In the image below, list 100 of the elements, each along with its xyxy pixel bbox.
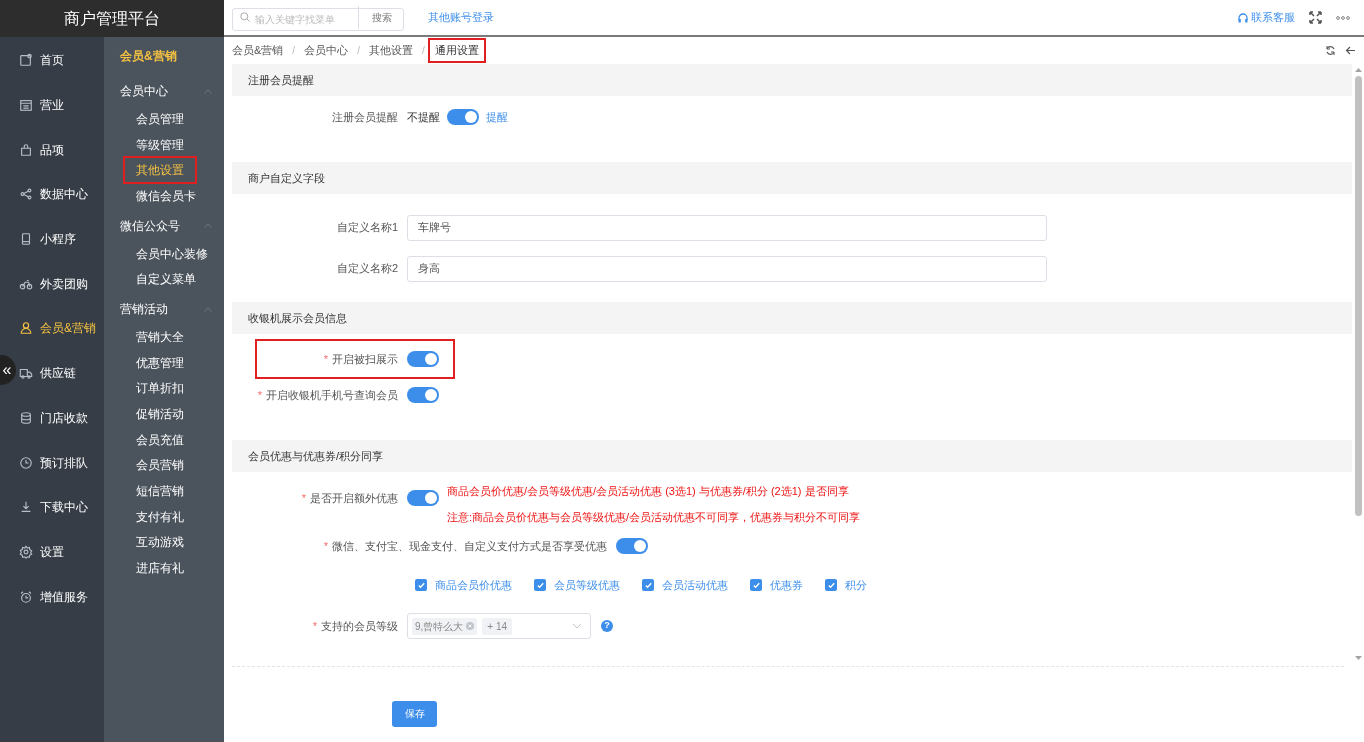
toggle-switch[interactable] bbox=[616, 538, 648, 554]
nav-item[interactable]: 外卖团购 bbox=[19, 274, 88, 293]
checkbox-label: 会员等级优惠 bbox=[554, 577, 620, 593]
breadcrumb-separator: / bbox=[421, 44, 425, 58]
field-label: * 开启被扫展示 bbox=[323, 352, 398, 365]
other-account-link[interactable]: 其他账号登录 bbox=[428, 9, 494, 26]
download-icon bbox=[19, 500, 33, 515]
alarm-clock-icon bbox=[19, 589, 33, 604]
submenu-item[interactable]: 会员营销 bbox=[125, 453, 195, 478]
submenu-item[interactable]: 促销活动 bbox=[125, 402, 195, 427]
checkbox[interactable] bbox=[534, 579, 546, 591]
field-label: * 是否开启额外优惠 bbox=[301, 492, 398, 504]
toggle-switch[interactable] bbox=[407, 351, 439, 367]
toggle-switch[interactable] bbox=[407, 387, 439, 404]
field-label: * 微信、支付宝、现金支付、自定义支付方式是否享受优惠 bbox=[323, 539, 607, 552]
scroll-up-icon[interactable] bbox=[1354, 68, 1362, 72]
section-title: 会员优惠与优惠券/积分同享 bbox=[248, 448, 384, 464]
submenu-item[interactable]: 订单折扣 bbox=[125, 376, 195, 401]
customer-service-link[interactable]: 联系客服 bbox=[1238, 9, 1295, 26]
breadcrumb-link[interactable]: 会员&营销 bbox=[232, 42, 284, 59]
nav-item[interactable]: 预订排队 bbox=[19, 453, 88, 472]
warning-note: 商品会员价优惠/会员等级优惠/会员活动优惠 (3选1) 与优惠券/积分 (2选1) 是否同享 bbox=[447, 484, 850, 499]
submenu-item[interactable]: 其他设置 bbox=[123, 156, 197, 185]
home-icon bbox=[19, 53, 33, 68]
breadcrumb-separator: / bbox=[292, 44, 296, 58]
breadcrumb-link[interactable]: 通用设置 bbox=[427, 38, 486, 63]
switch-on-label: 提醒 bbox=[486, 110, 508, 125]
nav-item[interactable]: 增值服务 bbox=[19, 587, 88, 606]
section-title: 注册会员提醒 bbox=[248, 72, 314, 88]
text-field[interactable]: 车牌号 bbox=[407, 214, 1047, 241]
field-label: 自定义名称1 bbox=[336, 221, 398, 234]
settings-icon bbox=[19, 544, 33, 559]
submenu-item[interactable]: 微信会员卡 bbox=[125, 183, 207, 208]
bag-icon bbox=[19, 142, 33, 157]
tag: 9,曾特么大 bbox=[412, 617, 478, 635]
submenu-group[interactable]: 微信公众号 bbox=[104, 210, 224, 241]
checkbox[interactable] bbox=[750, 579, 762, 591]
checkbox-label: 积分 bbox=[845, 577, 867, 593]
remove-icon[interactable] bbox=[466, 622, 475, 630]
submenu-item[interactable]: 进店有礼 bbox=[125, 556, 195, 581]
field-label: 自定义名称2 bbox=[336, 262, 398, 275]
nav-item[interactable]: 供应链 bbox=[19, 364, 76, 383]
share-icon bbox=[19, 187, 33, 202]
submenu-group[interactable]: 营销活动 bbox=[104, 294, 224, 325]
submenu-item[interactable]: 自定义菜单 bbox=[125, 267, 207, 292]
search-button[interactable]: 搜索 bbox=[358, 6, 404, 29]
text-field[interactable]: 身高 bbox=[407, 255, 1047, 282]
toggle-switch[interactable] bbox=[447, 109, 479, 126]
breadcrumb-link[interactable]: 会员中心 bbox=[304, 42, 349, 59]
warning-note: 注意:商品会员价优惠与会员等级优惠/会员活动优惠不可同享，优惠券与积分不可同享 bbox=[447, 509, 861, 525]
submenu-item[interactable]: 会员中心装修 bbox=[125, 241, 219, 266]
submenu-title: 会员&营销 bbox=[119, 48, 178, 65]
field-label: * 开启收银机手机号查询会员 bbox=[257, 389, 398, 401]
switch-off-label: 不提醒 bbox=[407, 110, 440, 125]
truck-icon bbox=[19, 366, 33, 381]
submenu-item[interactable]: 互动游戏 bbox=[125, 530, 195, 555]
nav-item[interactable]: 设置 bbox=[19, 542, 64, 561]
nav-item[interactable]: 会员&营销 bbox=[19, 319, 96, 338]
nav-item[interactable]: 下载中心 bbox=[19, 498, 88, 517]
section-title: 商户自定义字段 bbox=[248, 170, 325, 186]
customer-service-label: 联系客服 bbox=[1251, 10, 1295, 26]
breadcrumb-link[interactable]: 其他设置 bbox=[368, 42, 413, 59]
toggle-switch[interactable] bbox=[407, 490, 439, 507]
submenu-item[interactable]: 营销大全 bbox=[125, 324, 195, 349]
nav-item[interactable]: 门店收款 bbox=[19, 408, 88, 427]
nav-item[interactable]: 小程序 bbox=[19, 230, 76, 249]
search-icon bbox=[240, 12, 250, 22]
nav-item[interactable]: 首页 bbox=[19, 51, 64, 70]
tag: + 14 bbox=[482, 617, 513, 635]
scrollbar-thumb[interactable] bbox=[1354, 76, 1362, 516]
checkbox-label: 优惠券 bbox=[770, 577, 803, 593]
user-icon bbox=[19, 321, 33, 336]
submenu-item[interactable]: 会员管理 bbox=[125, 106, 195, 131]
submenu-item[interactable]: 等级管理 bbox=[125, 132, 195, 157]
database-icon bbox=[19, 410, 33, 425]
refresh-icon[interactable] bbox=[1325, 45, 1336, 56]
nav-item[interactable]: 品项 bbox=[19, 140, 64, 159]
headset-icon bbox=[1238, 12, 1248, 23]
checkbox[interactable] bbox=[415, 579, 427, 591]
breadcrumb-separator: / bbox=[357, 44, 360, 58]
submenu-item[interactable]: 优惠管理 bbox=[125, 350, 195, 375]
checkbox[interactable] bbox=[825, 579, 837, 591]
checkbox-label: 商品会员价优惠 bbox=[435, 577, 512, 593]
nav-item[interactable]: 数据中心 bbox=[19, 185, 88, 204]
checkbox[interactable] bbox=[642, 579, 654, 591]
submenu-item[interactable]: 支付有礼 bbox=[125, 504, 195, 529]
checkbox-label: 会员活动优惠 bbox=[662, 577, 728, 593]
clock-icon bbox=[19, 455, 33, 470]
chevron-down-icon bbox=[572, 623, 582, 629]
submenu-item[interactable]: 短信营销 bbox=[125, 479, 195, 504]
calendar-icon bbox=[19, 98, 33, 113]
scroll-down-icon[interactable] bbox=[1354, 656, 1362, 660]
fullscreen-icon[interactable] bbox=[1309, 11, 1322, 24]
submenu-item[interactable]: 会员充值 bbox=[125, 427, 195, 452]
phone-icon bbox=[19, 232, 33, 247]
more-icon[interactable] bbox=[1336, 15, 1350, 20]
back-arrow-icon[interactable] bbox=[1345, 45, 1356, 56]
submenu-group[interactable]: 会员中心 bbox=[104, 76, 224, 106]
section-title: 收银机展示会员信息 bbox=[248, 310, 347, 326]
nav-item[interactable]: 营业 bbox=[19, 96, 64, 115]
